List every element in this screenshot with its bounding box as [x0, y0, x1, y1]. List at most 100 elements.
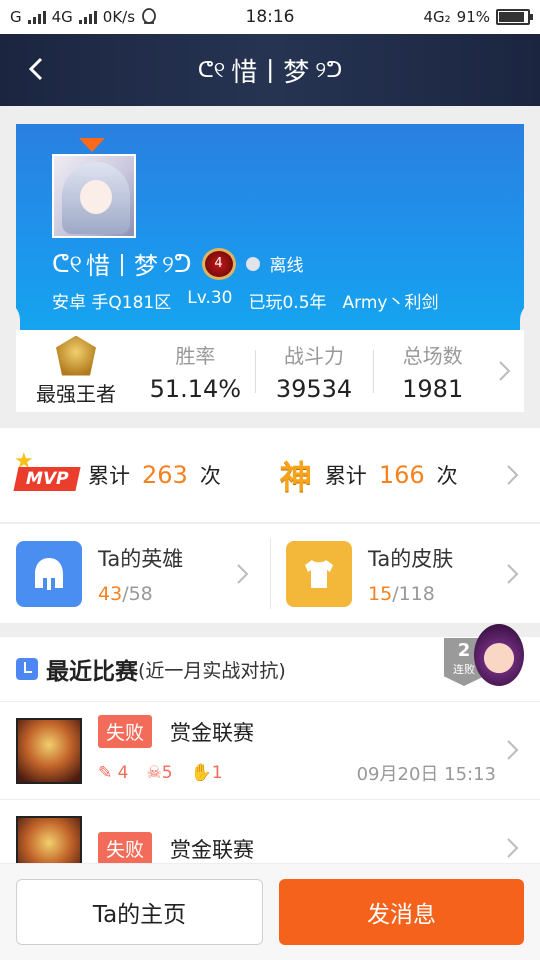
skins-text: Ta的皮肤 15/118	[368, 543, 453, 605]
match-top: 失败 赏金联赛	[98, 832, 524, 863]
current-marker-icon	[79, 138, 105, 152]
clock-icon	[16, 658, 38, 680]
level-label: Lv.30	[187, 288, 233, 308]
avatar-container	[52, 138, 136, 238]
stat-value: 1981	[402, 374, 464, 403]
deaths-stat: ☠5	[146, 763, 172, 783]
back-icon[interactable]	[22, 54, 52, 84]
stat-power: 战斗力 39534	[254, 340, 374, 403]
chevron-right-icon[interactable]	[230, 562, 254, 586]
battery-icon	[496, 9, 533, 25]
decoration-left-icon: ᕦ୧	[197, 57, 226, 83]
stat-label: 战斗力	[284, 343, 344, 368]
chevron-right-icon[interactable]	[500, 738, 524, 762]
assists-value: 1	[211, 763, 223, 783]
losing-streak-badge: 2 连败	[444, 624, 524, 690]
stat-label: 胜率	[175, 343, 216, 368]
signal-icon-2	[78, 10, 97, 24]
mvp-count-value: 263	[142, 461, 188, 489]
heroes-text: Ta的英雄 43/58	[98, 543, 183, 605]
kills-value: 4	[117, 763, 129, 783]
awards-row[interactable]: ★ MVP 累计 263 次 神 累计 166 次	[0, 428, 540, 522]
recent-title: 最近比赛	[46, 659, 138, 685]
skins-total: 118	[398, 582, 435, 605]
mvp-badge-icon: ★ MVP	[13, 449, 81, 493]
stat-value: 51.14%	[149, 374, 242, 403]
send-message-button[interactable]: 发消息	[279, 879, 524, 945]
heroes-total: 58	[128, 582, 153, 605]
mvp-badge-text: MVP	[13, 467, 81, 491]
mvp-prefix: 累计	[88, 464, 130, 488]
hero-avatar	[16, 815, 82, 863]
signal-icon	[27, 10, 46, 24]
match-mode: 赏金联赛	[170, 720, 255, 745]
stat-total-games: 总场数 1981	[373, 340, 492, 403]
match-row[interactable]: 失败 赏金联赛	[0, 799, 540, 863]
match-result-badge: 失败	[98, 715, 153, 748]
skins-title: Ta的皮肤	[368, 546, 454, 571]
battery-percent: 91%	[456, 8, 490, 26]
assists-stat: ✋1	[191, 763, 223, 783]
rank-level-badge: 4	[201, 247, 236, 280]
kills-stat: ✎ 4	[98, 763, 128, 783]
match-mode: 赏金联赛	[170, 837, 255, 862]
rank-tier-name: 最强王者	[36, 381, 116, 406]
heroes-count: 43/58	[98, 583, 183, 605]
match-row[interactable]: 失败 赏金联赛 ✎ 4 ☠5 ✋1 09月20日 15:13	[0, 701, 540, 799]
decoration-right-icon: ୨ᕤ	[162, 249, 192, 278]
network-right-label: 4G₂	[423, 8, 451, 26]
mvp-unit: 次	[199, 464, 221, 488]
chevron-right-icon[interactable]	[492, 359, 516, 383]
god-unit: 次	[436, 464, 458, 488]
status-bar: G 4G 0K/s 18:16 4G₂ 91%	[0, 0, 540, 34]
match-stats: ✎ 4 ☠5 ✋1 09月20日 15:13	[98, 760, 524, 786]
god-count: 累计 166 次	[325, 460, 458, 490]
match-body: 失败 赏金联赛	[98, 832, 524, 863]
god-prefix: 累计	[324, 464, 367, 488]
heroes-tile[interactable]: Ta的英雄 43/58	[0, 524, 270, 623]
played-label: 已玩0.5年	[248, 293, 327, 313]
header-name: 惜丨梦	[231, 57, 310, 88]
heroes-owned: 43	[98, 582, 123, 605]
name-row: ᕦ୧ 惜丨梦 ୨ᕤ 4 离线	[52, 246, 304, 281]
stats-row[interactable]: 最强王者 胜率 51.14% 战斗力 39534 总场数 1981	[16, 330, 524, 412]
status-right: 4G₂ 91%	[423, 8, 533, 26]
qq-icon	[142, 8, 156, 24]
match-body: 失败 赏金联赛 ✎ 4 ☠5 ✋1 09月20日 15:13	[98, 715, 524, 786]
stat-value: 39534	[275, 374, 353, 403]
avatar[interactable]	[52, 154, 136, 238]
recent-subtitle: (近一月实战对抗)	[138, 659, 286, 682]
player-name-text: 惜丨梦	[86, 252, 159, 280]
collection-row: Ta的英雄 43/58 Ta的皮肤 15/118	[0, 523, 540, 623]
profile-card: ᕦ୧ 惜丨梦 ୨ᕤ 4 离线 安卓 手Q181区 Lv.30 已玩0.5年 Ar…	[16, 124, 524, 330]
status-left: G 4G 0K/s	[10, 8, 157, 26]
mvp-count: 累计 263 次	[88, 460, 221, 490]
shirt-icon	[286, 540, 352, 607]
decoration-right-icon: ୨ᕤ	[315, 57, 343, 83]
skins-tile[interactable]: Ta的皮肤 15/118	[270, 524, 540, 623]
sword-icon: ✎	[98, 763, 113, 783]
god-count-value: 166	[378, 461, 425, 489]
speed-label: 0K/s	[102, 8, 136, 26]
rank-tier: 最强王者	[16, 335, 136, 407]
match-top: 失败 赏金联赛	[98, 715, 524, 748]
match-result-badge: 失败	[98, 832, 153, 863]
chevron-right-icon[interactable]	[500, 562, 524, 586]
chevron-right-icon[interactable]	[500, 463, 524, 487]
helmet-icon	[16, 540, 82, 607]
stat-label: 总场数	[402, 343, 463, 368]
header-title: ᕦ୧ 惜丨梦 ୨ᕤ	[198, 52, 343, 89]
deaths-value: 5	[161, 763, 173, 783]
match-time: 09月20日 15:13	[356, 764, 496, 785]
skins-count: 15/118	[368, 583, 453, 605]
bottom-bar: Ta的主页 发消息	[0, 864, 540, 960]
hero-avatar	[16, 717, 82, 784]
god-badge-icon: 神	[279, 458, 312, 496]
chevron-right-icon[interactable]	[500, 836, 524, 860]
streak-label: 连败	[453, 663, 475, 676]
guild-label: Army丶利剑	[342, 293, 439, 313]
stat-win-rate: 胜率 51.14%	[136, 340, 255, 403]
top-header: ᕦ୧ 惜丨梦 ୨ᕤ	[0, 34, 540, 106]
home-button[interactable]: Ta的主页	[16, 879, 263, 945]
server-label: 安卓 手Q181区	[52, 293, 172, 313]
